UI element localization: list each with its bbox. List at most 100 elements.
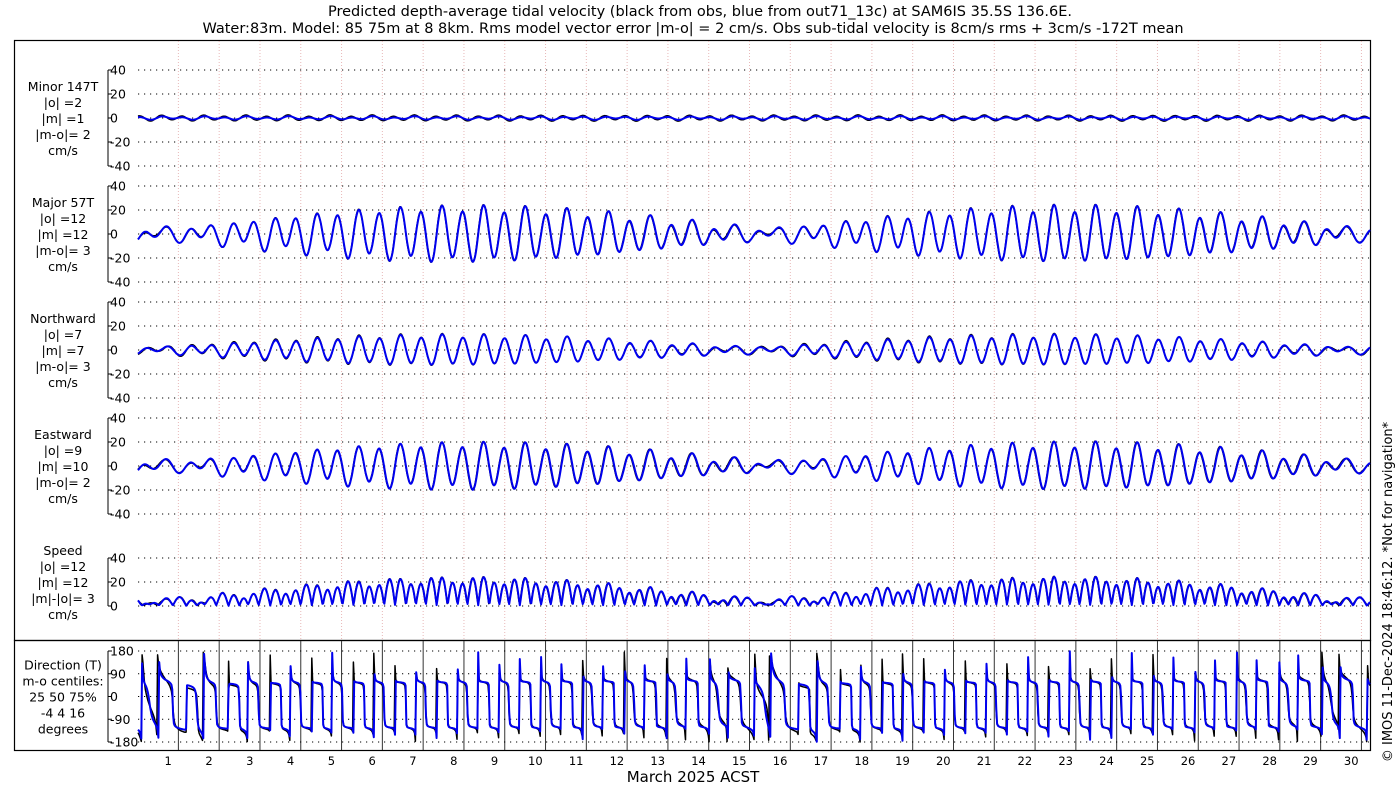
chart-title: Predicted depth-average tidal velocity (… (328, 4, 1072, 20)
panel-label-line: Northward (30, 311, 96, 326)
y-tick-label: 40 (110, 295, 126, 310)
x-tick-label: 3 (246, 754, 253, 768)
tidal-velocity-chart: Predicted depth-average tidal velocity (… (13, 4, 1396, 786)
panel-label-line: Direction (T) (24, 658, 102, 673)
footer-note: © IMOS 11-Dec-2024 18:46:12. *Not for na… (1381, 421, 1396, 762)
y-tick-label: -40 (110, 275, 130, 290)
y-tick-label: 20 (110, 575, 126, 590)
x-tick-label: 1 (165, 754, 172, 768)
x-tick-label: 24 (1099, 754, 1114, 768)
panel-label-line: |m-o|= 2 (35, 127, 90, 142)
x-tick-label: 20 (936, 754, 951, 768)
panel-label-line: 25 50 75% (29, 690, 97, 705)
panel-label-line: |m-o|= 2 (35, 475, 90, 490)
y-tick-label: 20 (110, 203, 126, 218)
x-tick-label: 30 (1344, 754, 1359, 768)
panel-label-line: |o| =12 (40, 559, 86, 574)
x-tick-label: 5 (328, 754, 335, 768)
y-tick-label: 20 (110, 87, 126, 102)
panel-label-line: |o| =2 (44, 95, 82, 110)
y-tick-label: -40 (110, 391, 130, 406)
x-tick-label: 13 (650, 754, 665, 768)
panel-label-line: |m| =7 (42, 343, 85, 358)
y-tick-label: -20 (110, 367, 130, 382)
x-tick-label: 6 (368, 754, 375, 768)
x-tick-label: 12 (610, 754, 625, 768)
x-tick-label: 10 (528, 754, 543, 768)
speed-model-line (137, 575, 1371, 607)
panel-east: Eastward|o| =9|m| =10|m-o|= 2cm/s 40 20 0 -2… (34, 411, 1371, 522)
x-tick-label: 29 (1303, 754, 1318, 768)
panel-north: Northward|o| =7|m| =7|m-o|= 3cm/s 40 20 0 -2… (30, 295, 1371, 406)
panel-label-line: cm/s (48, 491, 78, 506)
x-tick-label: 28 (1262, 754, 1277, 768)
x-tick-label: 8 (450, 754, 457, 768)
y-tick-label: 0 (110, 227, 118, 242)
x-tick-label: 25 (1140, 754, 1155, 768)
y-tick-label: -90 (110, 712, 130, 727)
x-tick-label: 2 (205, 754, 212, 768)
panel-speed: Speed|o| =12|m| =12|m|-|o|= 3cm/s 40 20 0 (31, 543, 1371, 622)
panels: Minor 147T|o| =2|m| =1|m-o|= 2cm/s40200-… (22, 63, 1371, 750)
x-tick-label: 22 (1018, 754, 1033, 768)
x-tick-label: 4 (287, 754, 294, 768)
y-tick-label: -20 (110, 251, 130, 266)
major-model-line (137, 203, 1371, 263)
x-tick-label: 9 (491, 754, 498, 768)
y-tick-label: -180 (110, 735, 138, 750)
chart-subtitle: Water:83m. Model: 85 75m at 8 8km. Rms m… (202, 21, 1183, 37)
panel-label-line: |m-o|= 3 (35, 243, 90, 258)
x-tick-labels: 1 2 3 4 5 6 7 8 9 10 11 12 13 14 15 16 17 18 19 20 21 22 23 24 2… (165, 754, 1359, 768)
panel-label-line: Minor 147T (28, 79, 99, 94)
panel-label-line: |m|-|o|= 3 (31, 591, 95, 606)
x-tick-label: 23 (1058, 754, 1073, 768)
x-tick-label: 14 (691, 754, 706, 768)
panel-major: Major 57T|o| =12|m| =12|m-o|= 3cm/s 40 20 0… (32, 179, 1371, 290)
day-separator-lines (177, 41, 1362, 750)
y-tick-label: 0 (110, 689, 118, 704)
y-tick-label: 0 (110, 111, 118, 126)
y-tick-label: 0 (110, 599, 118, 614)
panel-minor: Minor 147T|o| =2|m| =1|m-o|= 2cm/s 40 20 0 -… (28, 63, 1371, 174)
y-tick-label: -40 (110, 159, 130, 174)
east-model-line (137, 440, 1371, 491)
north-model-line (137, 333, 1371, 366)
direction-frame (13, 639, 1372, 752)
y-tick-label: -20 (110, 135, 130, 150)
y-tick-label: 90 (110, 666, 126, 681)
y-tick-label: 0 (110, 343, 118, 358)
x-tick-label: 26 (1181, 754, 1196, 768)
panel-label-line: -4 4 16 (41, 706, 85, 721)
upper-frame (13, 39, 1372, 642)
panel-label-line: cm/s (48, 259, 78, 274)
panel-label-line: |m| =10 (38, 459, 89, 474)
x-tick-label: 16 (773, 754, 788, 768)
panel-label-line: Major 57T (32, 195, 95, 210)
x-tick-label: 17 (814, 754, 829, 768)
x-tick-label: 18 (854, 754, 869, 768)
panel-label-line: |o| =12 (40, 211, 86, 226)
panel-label-line: |m| =12 (38, 575, 89, 590)
y-tick-label: 40 (110, 63, 126, 78)
x-tick-label: 19 (895, 754, 910, 768)
panel-label-line: |o| =9 (44, 443, 83, 458)
x-tick-label: 27 (1222, 754, 1237, 768)
y-tick-label: 0 (110, 459, 118, 474)
panel-label-line: cm/s (48, 375, 78, 390)
x-tick-label: 11 (569, 754, 584, 768)
panel-label-line: Eastward (34, 427, 92, 442)
x-axis-label: March 2025 ACST (627, 768, 760, 786)
panel-direction: Direction (T)m-o centiles:25 50 75%-4 4 … (22, 644, 1371, 750)
panel-label-line: cm/s (48, 143, 78, 158)
y-tick-label: 40 (110, 551, 126, 566)
panel-label-line: cm/s (48, 607, 78, 622)
y-tick-label: 20 (110, 319, 126, 334)
panel-label-line: degrees (38, 722, 88, 737)
x-tick-label: 15 (732, 754, 747, 768)
y-tick-label: 20 (110, 435, 126, 450)
y-tick-label: 180 (110, 644, 134, 659)
x-tick-label: 7 (409, 754, 416, 768)
x-tick-label: 21 (977, 754, 992, 768)
panel-label-line: |m| =12 (38, 227, 89, 242)
panel-label-line: |o| =7 (44, 327, 82, 342)
